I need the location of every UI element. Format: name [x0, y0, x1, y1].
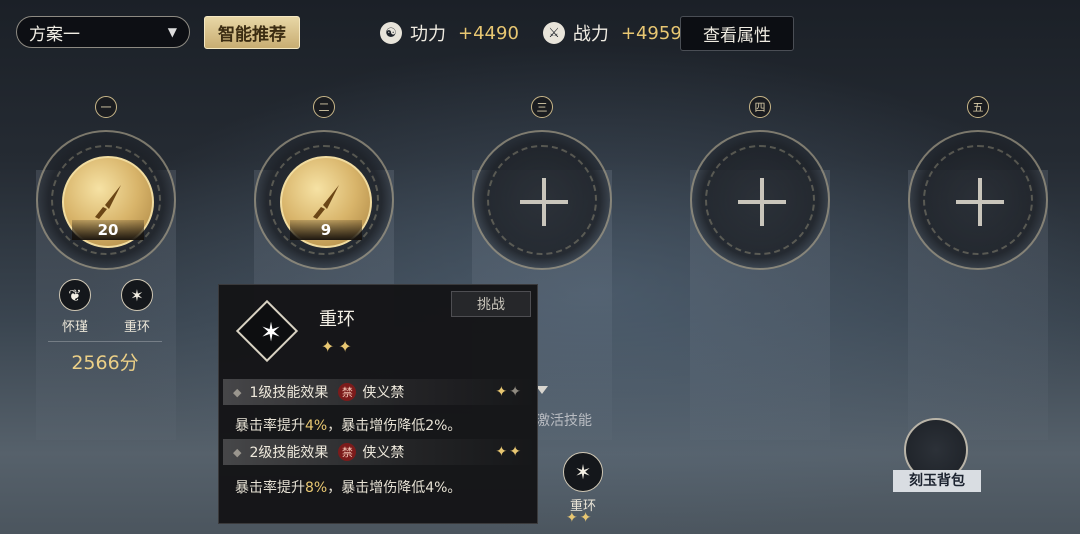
plan-dropdown[interactable]: 方案一 ▼ [16, 16, 190, 48]
skill-label: 重环 [123, 320, 150, 335]
desc-text: ，暴击增伤降低4%。 [327, 480, 462, 496]
ban-icon: 禁 [338, 443, 357, 461]
sect-label: 侠义禁 [362, 445, 405, 461]
tooltip-title: 重环 [319, 309, 355, 330]
skill-stars: ✦✦ [566, 510, 594, 526]
skill-chonghuan-icon: ✶ [260, 318, 282, 348]
slot-number: 一 [95, 96, 117, 118]
slot-ring[interactable] [908, 130, 1048, 270]
jade-level: 9 [290, 220, 362, 240]
skill-tooltip: ✶ 重环 ✦✦ 挑战 ◆ 1级技能效果 禁 侠义禁 ✦✦ 暴击率提升4%，暴击增… [218, 284, 538, 524]
slot-number: 五 [967, 96, 989, 118]
diamond-icon: ◆ [233, 445, 242, 459]
slot-number: 二 [313, 96, 335, 118]
add-icon[interactable] [734, 174, 790, 230]
desc-text: 暴击率提升 [235, 480, 305, 496]
skill-label: 怀瑾 [61, 320, 88, 335]
level-stars: ✦✦ [495, 384, 523, 400]
view-attributes-button[interactable]: 查看属性 [680, 16, 794, 51]
combat-icon: ⚔ [542, 22, 565, 44]
divider [48, 341, 162, 342]
level-title: 1级技能效果 [249, 385, 329, 401]
stat-label-power: 功力 [410, 24, 446, 45]
tooltip-stars: ✦✦ [321, 337, 356, 356]
slot-ring[interactable]: 9 [254, 130, 394, 270]
level-1-desc: 暴击率提升4%，暴击增伤降低2%。 [235, 415, 461, 435]
desc-text: 暴击率提升 [235, 418, 305, 434]
slot-ring[interactable] [690, 130, 830, 270]
stats-bar: ☯ 功力 +4490 ⚔ 战力 +4959 [380, 18, 706, 48]
chevron-down-icon: ▼ [167, 25, 177, 39]
level-title: 2级技能效果 [249, 445, 329, 461]
stat-value-combat: +4959 [620, 22, 682, 44]
dagger-icon [313, 185, 339, 219]
add-icon[interactable] [516, 174, 572, 230]
stat-label-combat: 战力 [572, 24, 609, 45]
power-icon: ☯ [380, 22, 402, 44]
level-1-header: ◆ 1级技能效果 禁 侠义禁 ✦✦ [223, 379, 535, 405]
add-icon[interactable] [952, 174, 1008, 230]
ban-icon: 禁 [338, 383, 357, 401]
skill-huaijin-icon[interactable]: ❦ [59, 279, 91, 311]
diamond-icon: ◆ [233, 385, 242, 399]
slot-number: 三 [531, 96, 553, 118]
activate-skill-text: 激活技能 [536, 413, 592, 429]
jade-bag-button[interactable]: 刻玉背包 [893, 470, 981, 492]
top-bar: 方案一 ▼ 智能推荐 ☯ 功力 +4490 ⚔ 战力 +4959 查看属性 [0, 0, 1080, 66]
level-stars: ✦✦ [495, 444, 523, 460]
desc-value: 4% [305, 418, 328, 434]
stat-value-power: +4490 [458, 22, 519, 44]
level-2-desc: 暴击率提升8%，暴击增伤降低4%。 [235, 477, 461, 497]
skill-chonghuan-icon[interactable]: ✶ [563, 452, 603, 492]
dagger-icon [95, 185, 121, 219]
tooltip-tag: 挑战 [451, 291, 531, 317]
slot-number: 四 [749, 96, 771, 118]
slot-ring[interactable]: 20 [36, 130, 176, 270]
sect-label: 侠义禁 [362, 385, 405, 401]
slot-score: 2566分 [71, 352, 139, 374]
plan-dropdown-value: 方案一 [29, 24, 80, 45]
jade-level: 20 [72, 220, 144, 240]
desc-value: 8% [305, 480, 328, 496]
skill-chonghuan-icon[interactable]: ✶ [121, 279, 153, 311]
level-2-header: ◆ 2级技能效果 禁 侠义禁 ✦✦ [223, 439, 535, 465]
slot-ring[interactable] [472, 130, 612, 270]
desc-text: ，暴击增伤降低2%。 [327, 418, 462, 434]
smart-recommend-button[interactable]: 智能推荐 [204, 16, 300, 49]
